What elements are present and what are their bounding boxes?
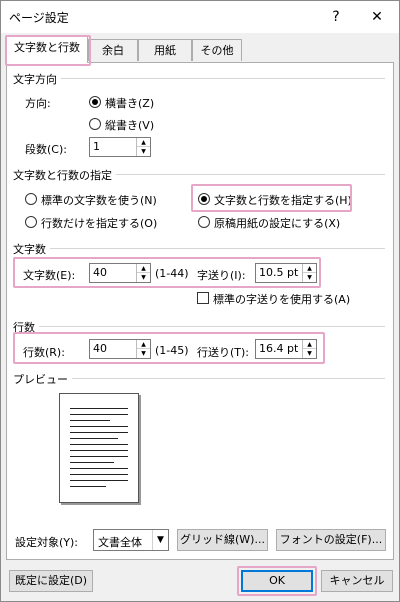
spin-up-icon[interactable]: ▲ [137,138,150,147]
line-pitch-label: 行送り(T): [197,346,250,359]
spin-down-icon[interactable]: ▼ [137,349,150,358]
radio-manuscript-label[interactable]: 原稿用紙の設定にする(X) [214,215,340,231]
divider [15,78,385,79]
line-count-value[interactable]: 40 [93,342,107,355]
columns-label: 段数(C): [25,143,67,156]
radio-manuscript[interactable] [198,216,210,228]
close-button[interactable]: ✕ [367,7,387,27]
radio-horizontal-label[interactable]: 横書き(Z) [105,95,154,111]
group-label-lines: 行数 [13,319,39,335]
spin-down-icon[interactable]: ▼ [137,273,150,282]
line-count-label: 行数(R): [23,346,65,359]
group-label-direction: 文字方向 [13,71,61,87]
spin-up-icon[interactable]: ▲ [303,264,316,273]
char-count-value[interactable]: 40 [93,266,107,279]
line-pitch-value[interactable]: 16.4 pt [259,342,298,355]
radio-specify-chars-lines-label[interactable]: 文字数と行数を指定する(H) [214,192,352,208]
apply-to-value[interactable]: 文書全体 [98,534,142,550]
char-pitch-label: 字送り(I): [197,269,246,282]
divider [15,326,385,327]
chevron-down-icon[interactable]: ▼ [152,530,168,550]
spin-up-icon[interactable]: ▲ [137,340,150,349]
title-bar: ページ設定 ? ✕ [1,1,399,33]
font-settings-button[interactable]: フォントの設定(F)... [276,529,386,551]
window-title: ページ設定 [9,11,69,25]
radio-vertical[interactable] [89,118,101,130]
radio-standard-chars-label[interactable]: 標準の文字数を使う(N) [41,192,157,208]
line-pitch-spinner[interactable]: 16.4 pt ▲ ▼ [255,339,317,359]
grid-lines-button[interactable]: グリッド線(W)... [177,529,268,551]
radio-horizontal[interactable] [89,96,101,108]
checkbox-default-pitch-label[interactable]: 標準の字送りを使用する(A) [213,291,350,307]
group-label-preview: プレビュー [13,371,72,387]
cancel-button[interactable]: キャンセル [321,570,393,592]
preview-page [59,393,139,503]
char-count-label: 文字数(E): [23,269,76,282]
spin-down-icon[interactable]: ▼ [303,349,316,358]
tab-bar: 文字数と行数 余白 用紙 その他 [1,33,399,63]
columns-value[interactable]: 1 [93,140,100,153]
apply-to-label: 設定対象(Y): [15,536,79,549]
char-pitch-spinner[interactable]: 10.5 pt ▲ ▼ [255,263,317,283]
group-label-grid: 文字数と行数の指定 [13,167,116,183]
tab-chars-lines[interactable]: 文字数と行数 [6,36,88,63]
tab-paper[interactable]: 用紙 [138,39,192,61]
radio-lines-only-label[interactable]: 行数だけを指定する(O) [41,215,157,231]
spin-up-icon[interactable]: ▲ [137,264,150,273]
tab-margins[interactable]: 余白 [88,39,138,61]
line-count-spinner[interactable]: 40 ▲ ▼ [89,339,151,359]
help-button[interactable]: ? [326,7,346,27]
spin-up-icon[interactable]: ▲ [303,340,316,349]
radio-vertical-label[interactable]: 縦書き(V) [105,117,154,133]
char-count-spinner[interactable]: 40 ▲ ▼ [89,263,151,283]
radio-lines-only[interactable] [25,216,37,228]
apply-to-select[interactable]: 文書全体 ▼ [93,529,169,551]
group-label-chars: 文字数 [13,241,50,257]
spin-down-icon[interactable]: ▼ [303,273,316,282]
tab-other[interactable]: その他 [192,39,242,61]
divider [15,248,385,249]
set-default-button[interactable]: 既定に設定(D) [9,570,93,592]
ok-button[interactable]: OK [241,570,313,592]
radio-standard-chars[interactable] [25,193,37,205]
char-pitch-value[interactable]: 10.5 pt [259,266,298,279]
columns-spinner[interactable]: 1 ▲ ▼ [89,137,151,157]
line-count-range: (1-45) [155,344,189,357]
radio-specify-chars-lines[interactable] [198,193,210,205]
checkbox-default-pitch[interactable] [197,292,209,304]
spin-down-icon[interactable]: ▼ [137,147,150,156]
page-setup-dialog: ページ設定 ? ✕ 文字数と行数 余白 用紙 その他 文字方向 方向: 横書き(… [0,0,400,602]
char-count-range: (1-44) [155,267,189,280]
direction-label: 方向: [25,97,51,110]
